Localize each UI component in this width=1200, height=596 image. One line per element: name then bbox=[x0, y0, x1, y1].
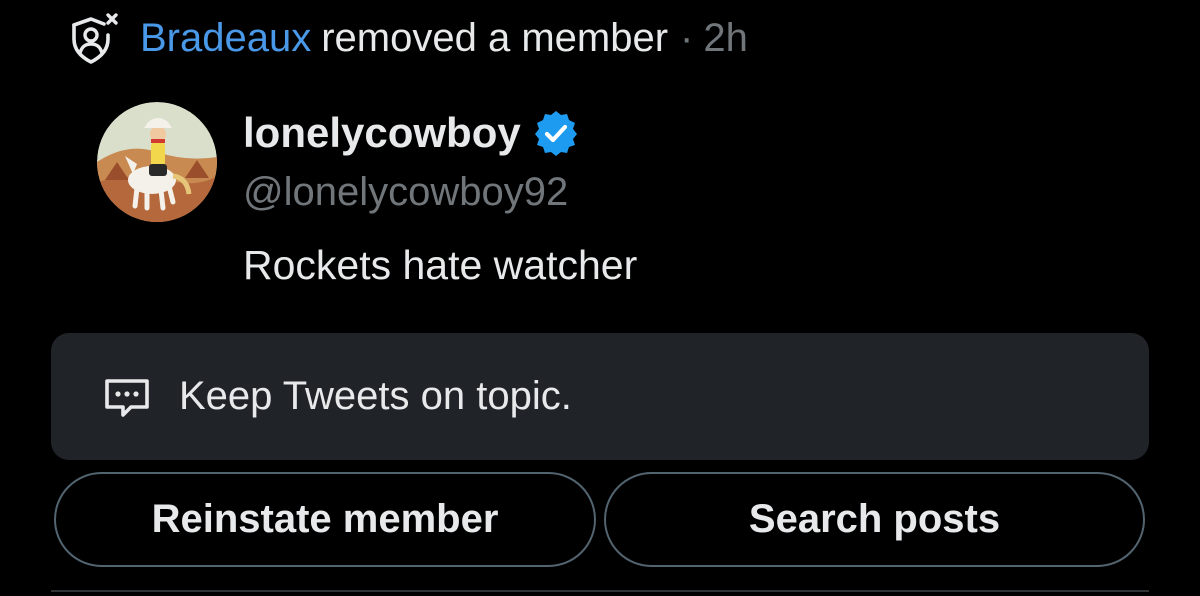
reinstate-member-button[interactable]: Reinstate member bbox=[54, 472, 596, 567]
avatar[interactable] bbox=[97, 102, 217, 222]
verified-badge-icon bbox=[534, 111, 577, 156]
member-display-name[interactable]: lonelycowboy bbox=[243, 109, 521, 157]
activity-timestamp: 2h bbox=[703, 15, 748, 60]
shield-remove-member-icon bbox=[72, 13, 118, 64]
activity-header: Bradeaux removed a member · 2h bbox=[66, 10, 748, 66]
message-dots-icon bbox=[105, 378, 149, 417]
divider bbox=[51, 590, 1149, 592]
separator-dot: · bbox=[680, 15, 694, 60]
search-posts-button[interactable]: Search posts bbox=[604, 472, 1145, 567]
moderation-log-entry: Bradeaux removed a member · 2h lonelycow… bbox=[0, 0, 1200, 596]
member-bio: Rockets hate watcher bbox=[243, 242, 638, 288]
member-handle: @lonelycowboy92 bbox=[243, 170, 569, 214]
activity-action: removed a member bbox=[321, 15, 669, 60]
cowboy-avatar bbox=[97, 102, 217, 222]
removal-reason-text: Keep Tweets on topic. bbox=[179, 374, 572, 418]
actor-link[interactable]: Bradeaux bbox=[140, 16, 311, 61]
member-name-row[interactable]: lonelycowboy bbox=[243, 106, 581, 160]
removal-reason-box: Keep Tweets on topic. bbox=[51, 333, 1149, 460]
